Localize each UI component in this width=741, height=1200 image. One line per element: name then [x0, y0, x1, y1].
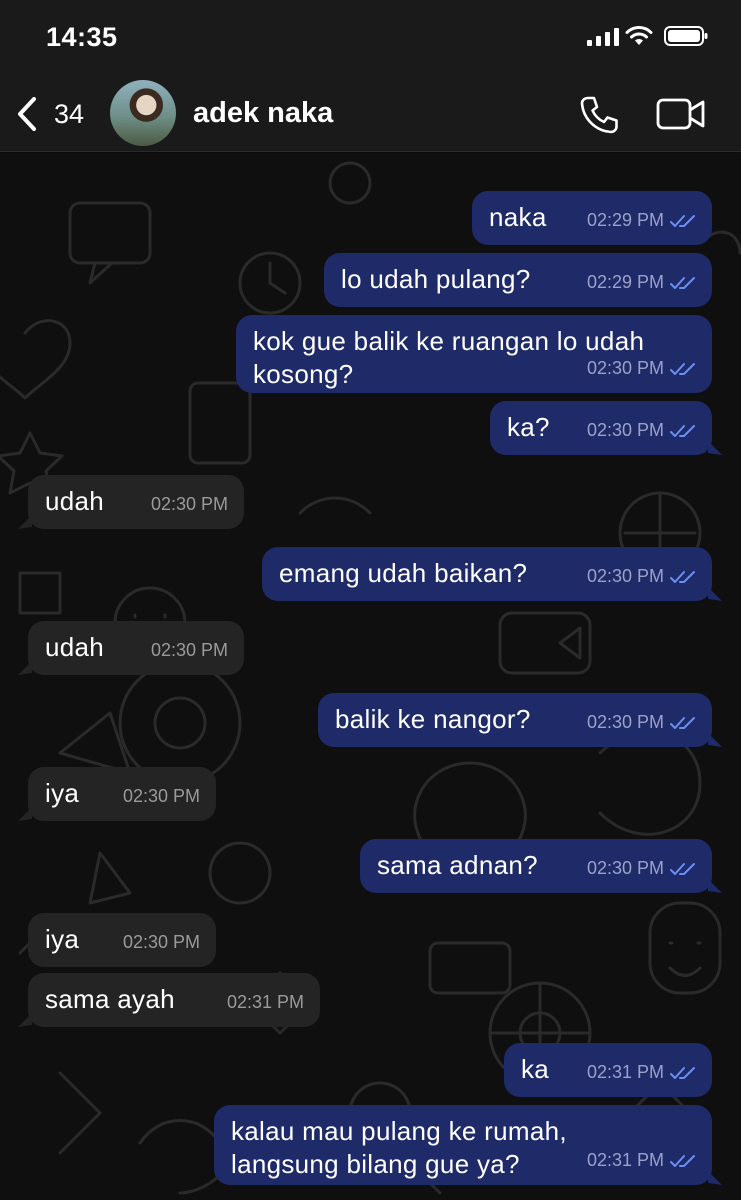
wifi-icon — [625, 26, 653, 45]
message-time: 02:30 PM — [122, 932, 200, 952]
message-bubble-outgoing[interactable]: emang udah baikan? 02:30 PM — [262, 547, 712, 601]
message-text: kok gue balik ke ruangan lo udah kosong? — [253, 326, 645, 389]
message-time: 02:31 PM — [586, 1150, 664, 1170]
bubble-tail — [708, 587, 722, 601]
message-time: 02:31 PM — [226, 992, 304, 1012]
message-meta: 02:31 PM — [587, 1056, 696, 1089]
message-time: 02:29 PM — [586, 272, 664, 292]
message-time: 02:30 PM — [150, 640, 228, 660]
message-meta: 02:30 PM — [151, 488, 228, 521]
message-time: 02:30 PM — [586, 358, 664, 378]
message-time: 02:30 PM — [586, 712, 664, 732]
phone-call-icon[interactable] — [578, 94, 620, 136]
message-bubble-incoming[interactable]: sama ayah 02:31 PM — [28, 973, 320, 1027]
message-time: 02:30 PM — [586, 420, 664, 440]
message-bubble-outgoing[interactable]: kok gue balik ke ruangan lo udah kosong?… — [236, 315, 712, 393]
message-meta: 02:30 PM — [587, 706, 696, 739]
message-text: iya — [45, 778, 80, 808]
read-receipt-icon — [670, 424, 695, 437]
read-receipt-icon — [670, 214, 695, 227]
message-bubble-outgoing[interactable]: naka 02:29 PM — [472, 191, 712, 245]
message-time: 02:30 PM — [150, 494, 228, 514]
chat-header: 34 adek naka — [0, 76, 741, 152]
message-time: 02:29 PM — [586, 210, 664, 230]
message-text: iya — [45, 924, 80, 954]
contact-name[interactable]: adek naka — [193, 97, 333, 130]
message-text: sama adnan? — [377, 850, 538, 880]
read-receipt-icon — [670, 570, 695, 583]
message-bubble-incoming[interactable]: iya 02:30 PM — [28, 767, 216, 821]
unread-count: 34 — [54, 98, 85, 129]
message-meta: 02:30 PM — [587, 414, 696, 447]
message-time: 02:30 PM — [586, 566, 664, 586]
message-text: emang udah baikan? — [279, 558, 528, 588]
message-bubble-incoming[interactable]: udah 02:30 PM — [28, 475, 244, 529]
read-receipt-icon — [670, 716, 695, 729]
message-meta: 02:30 PM — [151, 634, 228, 667]
message-meta: 02:29 PM — [587, 204, 696, 237]
chat-screen: 14:35 34 adek naka naka 02:29 PM lo udah… — [0, 0, 741, 1200]
message-text: udah — [45, 486, 105, 516]
read-receipt-icon — [670, 1154, 695, 1167]
message-text: udah — [45, 632, 105, 662]
bubble-tail — [708, 733, 722, 747]
bubble-tail — [708, 441, 722, 455]
bubble-tail — [18, 515, 32, 529]
message-bubble-outgoing[interactable]: ka 02:31 PM — [504, 1043, 712, 1097]
message-bubble-outgoing[interactable]: lo udah pulang? 02:29 PM — [324, 253, 712, 307]
read-receipt-icon — [670, 862, 695, 875]
message-bubble-incoming[interactable]: udah 02:30 PM — [28, 621, 244, 675]
message-meta: 02:30 PM — [123, 926, 200, 959]
message-text: balik ke nangor? — [335, 704, 531, 734]
bubble-tail — [18, 661, 32, 675]
bubble-tail — [708, 1171, 722, 1185]
message-meta: 02:31 PM — [227, 986, 304, 1019]
message-meta: 02:31 PM — [587, 1144, 696, 1177]
bubble-tail — [708, 879, 722, 893]
message-meta: 02:30 PM — [123, 780, 200, 813]
message-text: naka — [489, 202, 547, 232]
contact-avatar[interactable] — [110, 80, 176, 146]
message-bubble-outgoing[interactable]: kalau mau pulang ke rumah, langsung bila… — [214, 1105, 712, 1185]
video-call-icon[interactable] — [656, 96, 706, 132]
message-text: ka? — [507, 412, 550, 442]
message-meta: 02:30 PM — [587, 352, 696, 385]
message-list[interactable]: naka 02:29 PM lo udah pulang? 02:29 PM k… — [0, 153, 741, 1200]
read-receipt-icon — [670, 362, 695, 375]
message-meta: 02:30 PM — [587, 852, 696, 885]
message-bubble-incoming[interactable]: iya 02:30 PM — [28, 913, 216, 967]
status-bar: 14:35 — [0, 0, 741, 76]
message-meta: 02:30 PM — [587, 560, 696, 593]
status-time: 14:35 — [46, 22, 118, 52]
message-meta: 02:29 PM — [587, 266, 696, 299]
battery-icon — [664, 26, 708, 46]
message-bubble-outgoing[interactable]: balik ke nangor? 02:30 PM — [318, 693, 712, 747]
message-text: kalau mau pulang ke rumah, langsung bila… — [231, 1116, 567, 1179]
bubble-tail — [18, 1013, 32, 1027]
read-receipt-icon — [670, 276, 695, 289]
message-time: 02:30 PM — [586, 858, 664, 878]
cellular-signal-icon — [587, 28, 619, 46]
read-receipt-icon — [670, 1066, 695, 1079]
message-text: ka — [521, 1054, 550, 1084]
message-bubble-outgoing[interactable]: ka? 02:30 PM — [490, 401, 712, 455]
message-text: sama ayah — [45, 984, 175, 1014]
back-button[interactable]: 34 — [14, 92, 96, 136]
bubble-tail — [18, 807, 32, 821]
message-time: 02:31 PM — [586, 1062, 664, 1082]
message-time: 02:30 PM — [122, 786, 200, 806]
chevron-left-icon — [18, 97, 36, 131]
message-text: lo udah pulang? — [341, 264, 531, 294]
message-bubble-outgoing[interactable]: sama adnan? 02:30 PM — [360, 839, 712, 893]
